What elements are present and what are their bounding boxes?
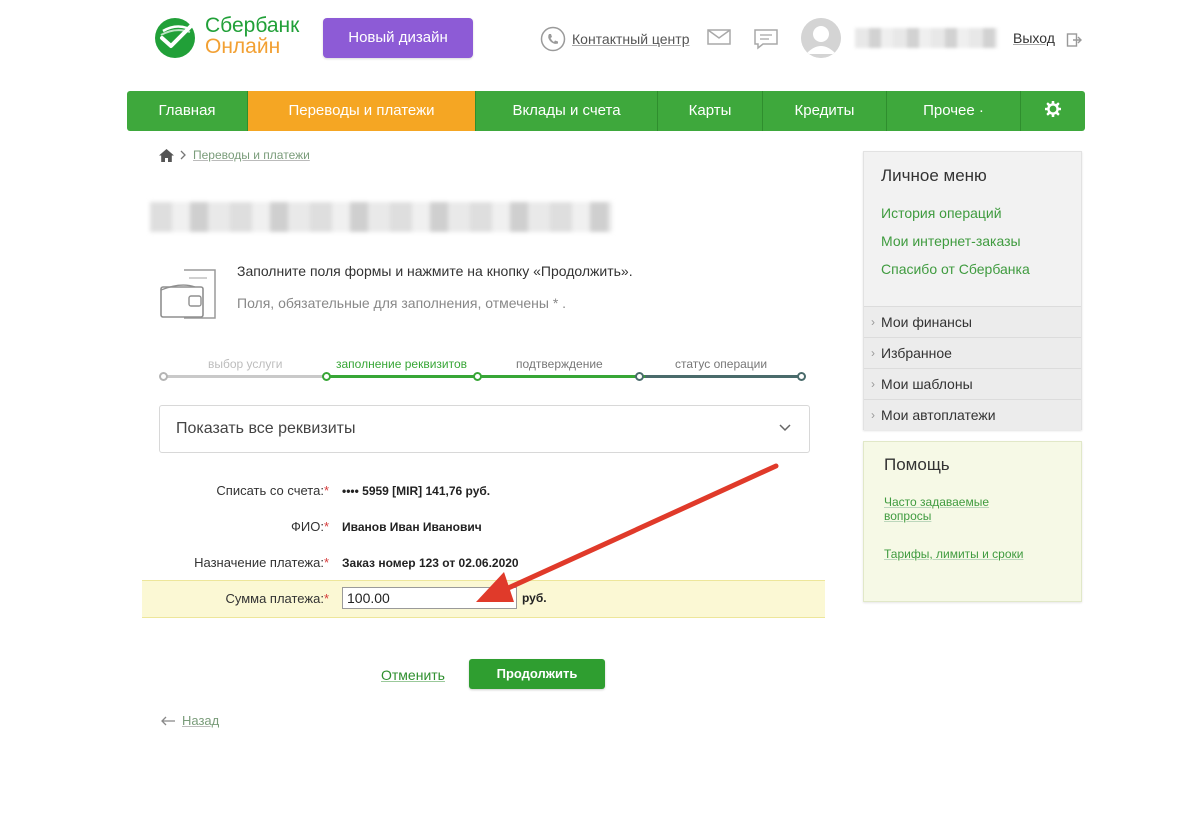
personal-menu-title: Личное меню [881, 166, 987, 185]
phone-icon [540, 26, 566, 52]
wallet-icon [160, 269, 216, 319]
menu-item-autopayments[interactable]: Мои автоплатежи [864, 399, 1081, 430]
info-instruction: Заполните поля формы и нажмите на кнопку… [237, 263, 633, 279]
step-label-service: выбор услуги [208, 357, 283, 371]
link-faq[interactable]: Часто задаваемые вопросы [884, 495, 1024, 523]
new-design-button[interactable]: Новый дизайн [323, 18, 473, 58]
nav-item-deposits[interactable]: Вклады и счета [476, 91, 658, 131]
nav-item-home[interactable]: Главная [127, 91, 248, 131]
cancel-link[interactable]: Отменить [381, 667, 445, 683]
account-value: •••• 5959 [MIR] 141,76 руб. [342, 484, 491, 498]
chevron-down-icon [779, 424, 791, 432]
sum-input[interactable] [342, 587, 517, 609]
nav-item-other[interactable]: Прочее · [887, 91, 1021, 131]
help-title: Помощь [884, 455, 950, 474]
step-label-status: статус операции [675, 357, 768, 371]
progress-steps: выбор услуги заполнение реквизитов подтв… [159, 354, 807, 388]
step-dot-start [159, 372, 168, 381]
purpose-label: Назначение платежа:* [194, 555, 329, 570]
sberbank-logo[interactable]: Сбербанк Онлайн [153, 14, 313, 64]
step-dot-end [797, 372, 806, 381]
sberbank-logo-icon [155, 18, 195, 58]
step-label-requisites: заполнение реквизитов [336, 357, 468, 371]
nav-settings[interactable] [1021, 91, 1085, 131]
back-link[interactable]: Назад [160, 713, 219, 728]
account-label: Списать со счета:* [216, 483, 329, 498]
gear-icon [1044, 100, 1062, 118]
link-operations-history[interactable]: История операций [881, 205, 1002, 221]
username-blurred [855, 28, 998, 48]
step-line-1 [163, 375, 326, 378]
link-spasibo[interactable]: Спасибо от Сбербанка [881, 261, 1030, 277]
logout-link[interactable]: Выход [1013, 30, 1055, 46]
main-nav: Главная Переводы и платежи Вклады и счет… [127, 91, 1085, 131]
step-line-3 [645, 375, 803, 378]
breadcrumb-link-transfers[interactable]: Переводы и платежи [193, 148, 310, 162]
logout-icon[interactable] [1066, 32, 1082, 48]
link-tariffs[interactable]: Тарифы, лимиты и сроки [884, 547, 1024, 561]
sum-unit: руб. [522, 591, 547, 605]
menu-item-finances[interactable]: Мои финансы [864, 306, 1081, 337]
show-requisites-toggle[interactable]: Показать все реквизиты [159, 405, 810, 453]
contact-center-link[interactable]: Контактный центр [540, 26, 690, 52]
step-dot-2 [322, 372, 331, 381]
chat-icon[interactable] [753, 28, 779, 50]
personal-menu: Личное меню История операций Мои интерне… [863, 151, 1082, 430]
logo-text-online: Онлайн [205, 35, 281, 58]
nav-item-cards[interactable]: Карты [658, 91, 763, 131]
user-icon [801, 18, 841, 58]
contact-center-label: Контактный центр [572, 31, 690, 47]
mail-icon[interactable] [707, 27, 731, 47]
menu-item-favorites[interactable]: Избранное [864, 337, 1081, 368]
show-requisites-label: Показать все реквизиты [176, 420, 356, 437]
link-internet-orders[interactable]: Мои интернет-заказы [881, 233, 1021, 249]
purpose-value: Заказ номер 123 от 02.06.2020 [342, 556, 519, 570]
menu-item-templates[interactable]: Мои шаблоны [864, 368, 1081, 399]
avatar[interactable] [801, 18, 841, 58]
step-line-2 [326, 375, 645, 378]
back-label: Назад [182, 713, 220, 728]
continue-button[interactable]: Продолжить [469, 659, 605, 689]
chevron-right-icon [180, 150, 186, 160]
arrow-left-icon [161, 716, 175, 725]
breadcrumb: Переводы и платежи [159, 148, 310, 162]
nav-item-credits[interactable]: Кредиты [763, 91, 887, 131]
step-dot-4 [635, 372, 644, 381]
nav-item-transfers[interactable]: Переводы и платежи [248, 91, 476, 131]
help-panel: Помощь Часто задаваемые вопросы Тарифы, … [863, 441, 1082, 602]
page-title-blurred [150, 202, 612, 232]
home-icon[interactable] [159, 148, 174, 162]
step-label-confirmation: подтверждение [516, 357, 603, 371]
fio-label: ФИО:* [290, 519, 329, 534]
info-required-note: Поля, обязательные для заполнения, отмеч… [237, 295, 567, 311]
sum-label: Сумма платежа:* [225, 591, 329, 606]
step-dot-3 [473, 372, 482, 381]
fio-value: Иванов Иван Иванович [342, 520, 482, 534]
